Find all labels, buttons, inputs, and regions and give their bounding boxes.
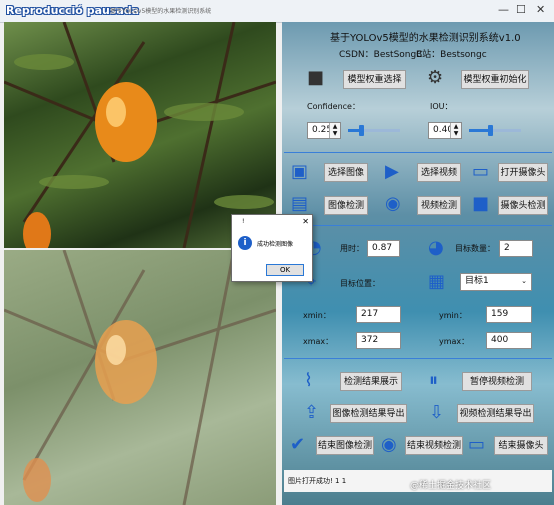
target-count-label: 目标数量： [455, 244, 495, 253]
info-icon: i [238, 236, 252, 250]
confidence-spin-arrows[interactable]: ▲ ▼ [329, 123, 340, 138]
export-image-results-button[interactable]: 图像检测结果导出 [330, 404, 407, 423]
end-video-detect-button[interactable]: 结束视频检测 [405, 436, 463, 455]
export-video-results-button[interactable]: 视频检测结果导出 [457, 404, 534, 423]
window-title: 基于YOLOv5模型的水果检测识别系统 [110, 8, 212, 15]
target-count-field: 2 [499, 240, 533, 257]
time-label: 用时： [340, 244, 364, 253]
stop-circle-icon: ◉ [381, 434, 397, 455]
select-video-button[interactable]: 选择视频 [417, 163, 461, 182]
title-bar: Reproducció pausada 基于YOLOv5模型的水果检测识别系统 … [0, 0, 554, 23]
settings-gear-icon: ⚙ [427, 67, 444, 88]
image-icon: ▣ [291, 161, 309, 182]
target-select-value: 目标1 [465, 276, 489, 286]
xmin-label: xmin： [303, 311, 331, 320]
cube-icon: ■ [307, 67, 325, 88]
xmax-label: xmax： [303, 337, 334, 346]
detected-image-view [4, 250, 276, 505]
check-circle-icon: ✔ [290, 434, 306, 455]
iou-spinbox[interactable]: 0.40 ▲ ▼ [428, 122, 462, 139]
section-divider [284, 358, 552, 359]
app-window: Reproducció pausada 基于YOLOv5模型的水果检测识别系统 … [0, 0, 554, 505]
ymin-label: ymin： [439, 311, 467, 320]
confidence-slider-handle[interactable] [359, 125, 364, 136]
end-image-detect-button[interactable]: 结束图像检测 [316, 436, 374, 455]
camera-icon: ▭ [472, 161, 490, 182]
confidence-label: Confidence： [307, 102, 360, 111]
ymin-field: 159 [486, 306, 532, 323]
select-image-button[interactable]: 选择图像 [324, 163, 368, 182]
video-detect-icon: ◉ [385, 193, 401, 214]
window-close-button[interactable]: ✕ [536, 3, 545, 16]
list-icon: ▦ [428, 271, 446, 292]
csdn-credit: CSDN：BestSongC [339, 50, 423, 60]
xmax-field: 372 [356, 332, 401, 349]
section-divider [284, 152, 552, 153]
section-divider [284, 225, 552, 226]
chevron-down-icon: ⌄ [521, 277, 527, 285]
iou-label: IOU： [430, 102, 453, 111]
ymax-label: ymax： [439, 337, 470, 346]
app-heading: 基于YOLOv5模型的水果检测识别系统v1.0 [330, 33, 521, 44]
bilibili-credit: B站：Bestsongc [416, 50, 487, 60]
video-play-icon: ▶ [385, 161, 399, 182]
time-field: 0.87 [367, 240, 400, 257]
iou-slider-handle[interactable] [488, 125, 493, 136]
minimize-button[interactable]: — [498, 3, 509, 16]
pause-icon: ⏸ [429, 370, 438, 391]
target-position-label: 目标位置： [340, 279, 380, 288]
ymax-field: 400 [486, 332, 532, 349]
camera-detect-button[interactable]: 摄像头检测 [498, 196, 548, 215]
watermark: @稀土掘金技术社区 [410, 481, 492, 491]
pause-video-button[interactable]: 暂停视频检测 [462, 372, 532, 391]
dialog-title: ! [242, 218, 245, 225]
xmin-field: 217 [356, 306, 401, 323]
upload-icon: ⇪ [304, 402, 320, 423]
camera-detect-icon: ■ [472, 193, 490, 214]
model-init-button[interactable]: 模型权重初始化 [461, 70, 529, 89]
video-detect-button[interactable]: 视频检测 [417, 196, 461, 215]
end-camera-button[interactable]: 结束摄像头 [494, 436, 548, 455]
image-detect-button[interactable]: 图像检测 [324, 196, 368, 215]
open-camera-button[interactable]: 打开摄像头 [498, 163, 548, 182]
fruit-photo-detected [4, 250, 276, 505]
dialog-ok-button[interactable]: OK [266, 264, 304, 276]
camera-off-icon: ▭ [468, 434, 486, 455]
dialog-message: 成功检测图像 [257, 241, 294, 248]
maximize-button[interactable]: ☐ [516, 3, 526, 16]
show-results-button[interactable]: 检测结果展示 [340, 372, 402, 391]
iou-slider-fill [469, 129, 490, 132]
info-dialog: ! ✕ i 成功检测图像 OK [231, 214, 313, 282]
control-panel-background [282, 22, 554, 505]
line-chart-icon: ⌇ [304, 370, 313, 391]
pie-chart-icon: ◕ [428, 237, 444, 258]
confidence-spinbox[interactable]: 0.25 ▲ ▼ [307, 122, 341, 139]
iou-spin-arrows[interactable]: ▲ ▼ [450, 123, 461, 138]
model-weight-select-button[interactable]: 模型权重选择 [343, 70, 406, 89]
dialog-close-button[interactable]: ✕ [302, 215, 309, 228]
image-detect-icon: ▤ [291, 193, 309, 214]
download-icon: ⇩ [429, 402, 445, 423]
target-select-dropdown[interactable]: 目标1 ⌄ [460, 273, 532, 291]
